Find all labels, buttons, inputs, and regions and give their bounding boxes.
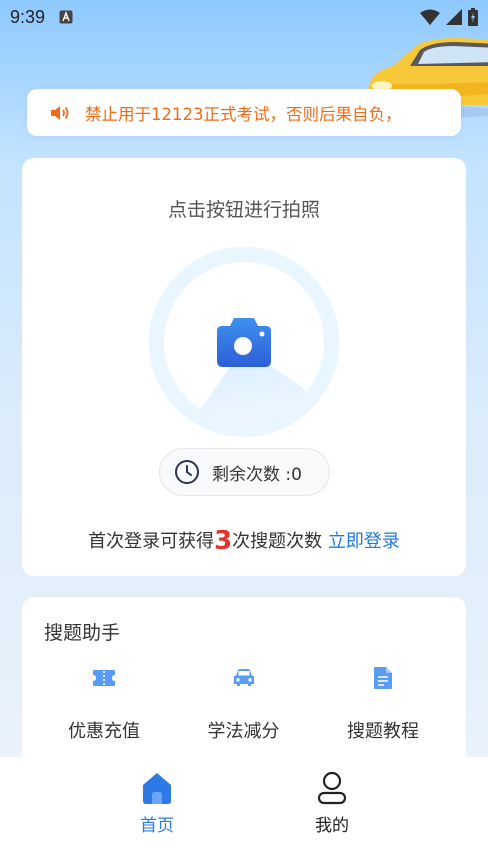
clock-icon bbox=[175, 460, 199, 484]
login-bonus-count: 3 bbox=[214, 526, 233, 556]
assistant-item-tutorial[interactable]: 搜题教程 bbox=[323, 665, 443, 743]
assistant-item-label: 优惠充值 bbox=[68, 721, 140, 742]
remaining-count-pill: 剩余次数 :0 bbox=[159, 448, 330, 496]
font-a-icon bbox=[59, 10, 73, 24]
home-icon bbox=[143, 773, 171, 804]
notice-banner: 禁止用于12123正式考试，否则后果自负， bbox=[27, 89, 461, 136]
ticket-icon bbox=[93, 670, 115, 686]
assistant-card: 搜题助手 优惠充值 学法减分 搜题教程 bbox=[22, 597, 466, 757]
tab-me-label: 我的 bbox=[315, 816, 349, 836]
camera-icon[interactable] bbox=[216, 316, 272, 368]
assistant-item-recharge[interactable]: 优惠充值 bbox=[44, 665, 164, 743]
login-prompt-prefix: 首次登录可获得 bbox=[88, 531, 215, 552]
assistant-items: 优惠充值 学法减分 搜题教程 bbox=[22, 665, 466, 743]
photo-title: 点击按钮进行拍照 bbox=[167, 199, 320, 221]
photo-card: 点击按钮进行拍照 剩余次数 :0 首次登录可获得3次搜题次数 立即登录 bbox=[22, 158, 466, 576]
tab-home[interactable]: 首页 bbox=[117, 771, 197, 836]
assistant-item-label: 搜题教程 bbox=[347, 721, 419, 742]
speaker-icon bbox=[51, 105, 69, 120]
assistant-item-study[interactable]: 学法减分 bbox=[184, 665, 304, 743]
tab-bar: 首页 我的 bbox=[0, 757, 488, 867]
status-time: 9:39 bbox=[10, 6, 46, 27]
login-link[interactable]: 立即登录 bbox=[328, 531, 400, 552]
login-prompt-suffix: 次搜题次数 bbox=[232, 531, 328, 552]
user-icon bbox=[317, 771, 347, 805]
document-icon bbox=[374, 667, 392, 689]
car-icon bbox=[233, 669, 254, 686]
remaining-count-text: 剩余次数 :0 bbox=[212, 464, 302, 485]
camera-ring[interactable] bbox=[149, 247, 339, 437]
tab-home-label: 首页 bbox=[140, 816, 174, 836]
login-prompt: 首次登录可获得3次搜题次数 立即登录 bbox=[22, 526, 466, 556]
assistant-item-label: 学法减分 bbox=[207, 721, 280, 742]
camera-inner bbox=[164, 262, 324, 422]
tab-me[interactable]: 我的 bbox=[292, 771, 372, 836]
notice-text: 禁止用于12123正式考试，否则后果自负， bbox=[85, 104, 402, 124]
assistant-title: 搜题助手 bbox=[44, 622, 121, 644]
